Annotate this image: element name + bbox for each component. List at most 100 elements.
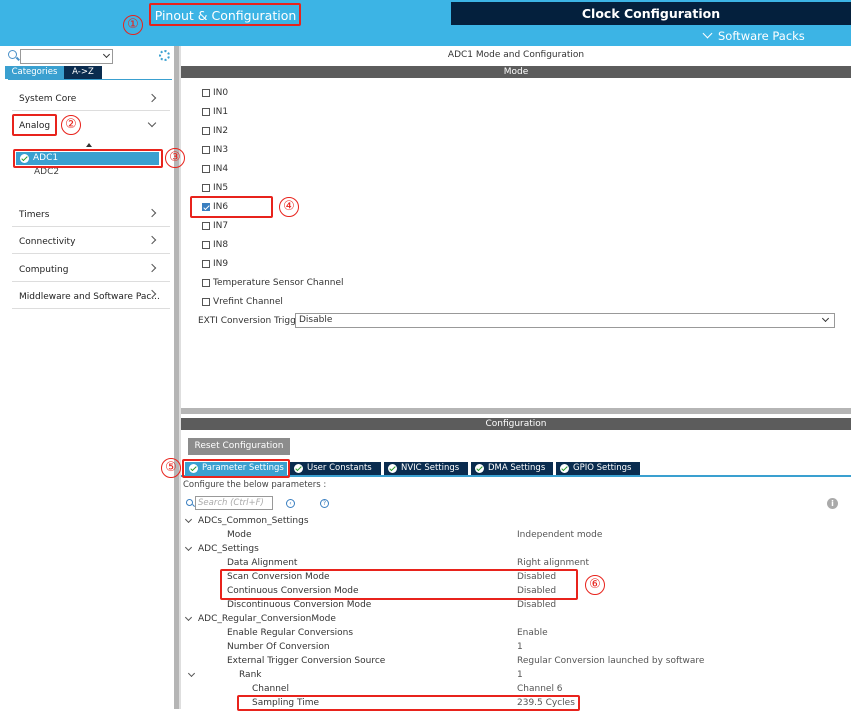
info-icon[interactable]: i	[827, 498, 838, 509]
sidebar-item-computing[interactable]: Computing	[19, 265, 68, 275]
divider	[12, 226, 170, 227]
search-combo[interactable]	[20, 49, 113, 64]
tab-dma-settings[interactable]: DMA Settings	[471, 462, 553, 475]
search-icon	[8, 50, 17, 59]
check-circle-icon	[560, 464, 569, 473]
checkbox-icon[interactable]	[202, 279, 210, 287]
checkbox-icon[interactable]	[202, 241, 210, 249]
checkbox-icon[interactable]	[202, 222, 210, 230]
annotation-number-5: ⑤	[161, 458, 181, 478]
sidebar-item-timers[interactable]: Timers	[19, 210, 49, 220]
annotation-number-1: ①	[123, 15, 143, 35]
param-row[interactable]: ADC_Regular_ConversionMode	[181, 612, 851, 626]
channel-label: IN3	[213, 145, 229, 155]
configuration-header: Configuration	[181, 418, 851, 430]
param-value: 1	[517, 642, 523, 652]
channel-label: IN5	[213, 183, 229, 193]
sidebar-item-connectivity[interactable]: Connectivity	[19, 237, 75, 247]
tab-clock-configuration[interactable]: Clock Configuration	[451, 2, 851, 25]
param-search-input[interactable]: Search (Ctrl+F)	[195, 496, 273, 510]
checkbox-icon[interactable]	[202, 108, 210, 116]
param-value: Disabled	[517, 600, 557, 610]
channel-label: IN2	[213, 126, 229, 136]
highlight-box-3	[13, 149, 163, 168]
param-value: Right alignment	[517, 558, 590, 568]
divider	[12, 308, 170, 309]
help-icon[interactable]: ?	[320, 499, 329, 508]
param-row[interactable]: Enable Regular Conversions Enable	[181, 626, 851, 640]
param-key: ADC_Settings	[198, 544, 259, 554]
param-key: ADC_Regular_ConversionMode	[198, 614, 336, 624]
chevron-right-icon	[147, 263, 157, 273]
param-row[interactable]: External Trigger Conversion Source Regula…	[181, 654, 851, 668]
chevron-down-icon	[102, 50, 111, 59]
check-circle-icon	[475, 464, 484, 473]
sidebar-item-middleware[interactable]: Middleware and Software Pac...	[19, 292, 160, 302]
tab-gpio-settings[interactable]: GPIO Settings	[556, 462, 640, 475]
checkbox-icon[interactable]	[202, 298, 210, 306]
param-key: Mode	[227, 530, 252, 540]
channel-label: IN4	[213, 164, 229, 174]
param-key: Channel	[252, 684, 289, 694]
param-key: Enable Regular Conversions	[227, 628, 354, 638]
highlight-box-2	[12, 114, 57, 136]
param-row[interactable]: Mode Independent mode	[181, 528, 851, 542]
param-key: Data Alignment	[227, 558, 298, 568]
chevron-down-icon[interactable]	[184, 613, 193, 622]
param-row[interactable]: Data Alignment Right alignment	[181, 556, 851, 570]
left-sidebar: Categories A->Z System Core Analog ADC1 …	[0, 46, 174, 709]
param-row[interactable]: ADCs_Common_Settings	[181, 514, 851, 528]
sidebar-item-system-core[interactable]: System Core	[19, 94, 76, 104]
channel-label: Temperature Sensor Channel	[213, 278, 344, 288]
param-value: Enable	[517, 628, 548, 638]
horizontal-splitter[interactable]	[181, 408, 851, 414]
tab-nvic-settings[interactable]: NVIC Settings	[384, 462, 468, 475]
divider	[12, 281, 170, 282]
annotation-number-6: ⑥	[585, 575, 605, 595]
param-row[interactable]: Channel Channel 6	[181, 682, 851, 696]
chevron-down-icon[interactable]	[187, 669, 196, 678]
exti-select[interactable]: Disable	[295, 313, 835, 328]
tab-a-z[interactable]: A->Z	[64, 66, 102, 79]
main-panel: ADC1 Mode and Configuration Mode IN0 IN1 I…	[181, 46, 851, 709]
sort-icon[interactable]	[86, 143, 92, 147]
panel-title: ADC1 Mode and Configuration	[447, 50, 585, 60]
param-key: ADCs_Common_Settings	[198, 516, 309, 526]
configure-hint: Configure the below parameters :	[183, 480, 327, 490]
highlight-box-4	[190, 196, 273, 218]
mode-header: Mode	[181, 66, 851, 78]
param-row[interactable]: Number Of Conversion 1	[181, 640, 851, 654]
gear-icon[interactable]	[159, 50, 170, 61]
channel-label: IN8	[213, 240, 229, 250]
expand-all-icon[interactable]: ‹	[286, 499, 295, 508]
param-key: Rank	[239, 670, 262, 680]
chevron-down-icon	[821, 314, 830, 323]
checkbox-icon[interactable]	[202, 165, 210, 173]
checkbox-icon[interactable]	[202, 260, 210, 268]
checkbox-icon[interactable]	[202, 184, 210, 192]
annotation-number-4: ④	[279, 197, 299, 217]
param-row[interactable]: Rank 1	[181, 668, 851, 682]
chevron-right-icon	[147, 235, 157, 245]
chevron-down-icon	[147, 118, 157, 128]
checkbox-icon[interactable]	[202, 146, 210, 154]
software-packs-label: Software Packs	[718, 29, 805, 43]
highlight-box-6	[220, 569, 578, 600]
software-packs-menu[interactable]: Software Packs	[702, 27, 805, 45]
param-key: Number Of Conversion	[227, 642, 330, 652]
param-row[interactable]: ADC_Settings	[181, 542, 851, 556]
chevron-down-icon	[702, 28, 713, 39]
param-row[interactable]: Discontinuous Conversion Mode Disabled	[181, 598, 851, 612]
checkbox-icon[interactable]	[202, 127, 210, 135]
tab-user-constants[interactable]: User Constants	[290, 462, 381, 475]
sidebar-item-adc2[interactable]: ADC2	[34, 167, 59, 177]
tab-categories[interactable]: Categories	[5, 66, 64, 79]
chevron-down-icon[interactable]	[184, 515, 193, 524]
reset-configuration-button[interactable]: Reset Configuration	[188, 438, 290, 455]
check-circle-icon	[388, 464, 397, 473]
channel-label: IN7	[213, 221, 229, 231]
search-icon	[186, 499, 193, 506]
channel-label: IN1	[213, 107, 229, 117]
checkbox-icon[interactable]	[202, 89, 210, 97]
chevron-down-icon[interactable]	[184, 543, 193, 552]
